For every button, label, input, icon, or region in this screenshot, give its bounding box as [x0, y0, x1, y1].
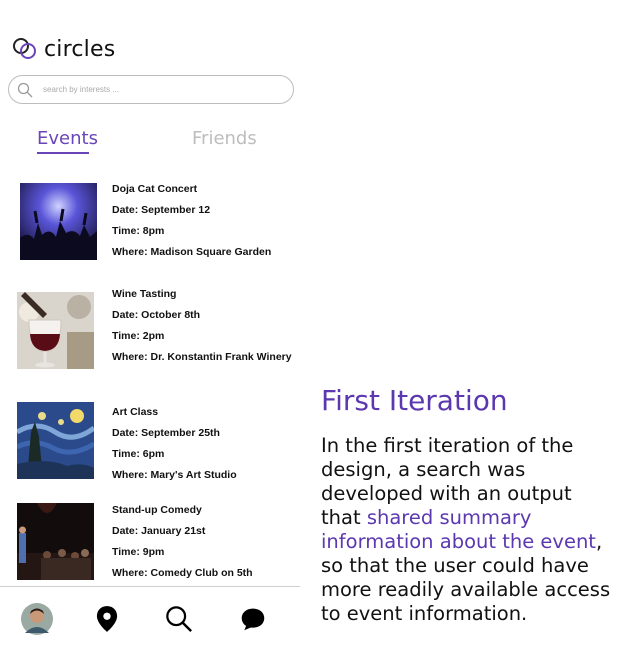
search-icon[interactable]: [162, 602, 196, 636]
event-location: Where: Mary's Art Studio: [112, 469, 237, 481]
event-date: Date: January 21st: [112, 525, 206, 537]
event-thumbnail-wine: [17, 292, 94, 369]
panel-body: In the first iteration of the design, a …: [321, 434, 613, 626]
tab-events[interactable]: Events: [37, 128, 98, 149]
event-location: Where: Comedy Club on 5th: [112, 567, 253, 579]
tab-friends[interactable]: Friends: [192, 128, 257, 149]
event-thumbnail-comedy: [17, 503, 94, 580]
event-list-item[interactable]: Wine Tasting Date: October 8th Time: 2pm…: [0, 288, 300, 372]
app-logo: circles: [12, 36, 115, 62]
event-title: Art Class: [112, 406, 159, 418]
event-date: Date: September 12: [112, 204, 211, 216]
app-name: circles: [44, 36, 116, 62]
phone-screen: circles Events Friends: [0, 0, 300, 650]
panel-title: First Iteration: [321, 384, 508, 417]
circles-logo-icon: [13, 38, 36, 59]
search-input[interactable]: [41, 84, 265, 95]
event-title: Wine Tasting: [112, 288, 177, 300]
location-pin-icon[interactable]: [90, 602, 124, 636]
chat-bubble-icon[interactable]: [236, 602, 270, 636]
event-time: Time: 8pm: [112, 225, 165, 237]
active-tab-indicator: [37, 152, 89, 154]
bottom-nav-divider: [0, 586, 300, 587]
bottom-nav: [0, 596, 300, 642]
event-list-item[interactable]: Stand-up Comedy Date: January 21st Time:…: [0, 503, 300, 583]
description-panel: First Iteration In the first iteration o…: [321, 384, 613, 626]
event-thumbnail-art: [17, 402, 94, 479]
event-details: Wine Tasting Date: October 8th Time: 2pm…: [112, 284, 292, 368]
event-list-item[interactable]: Doja Cat Concert Date: September 12 Time…: [0, 183, 300, 263]
event-location: Where: Dr. Konstantin Frank Winery: [112, 351, 292, 363]
event-details: Art Class Date: September 25th Time: 6pm…: [112, 402, 237, 486]
event-time: Time: 9pm: [112, 546, 165, 558]
avatar[interactable]: [20, 602, 54, 636]
event-thumbnail-concert: [20, 183, 97, 260]
event-list-item[interactable]: Art Class Date: September 25th Time: 6pm…: [0, 402, 300, 482]
event-location: Where: Madison Square Garden: [112, 246, 272, 258]
event-details: Stand-up Comedy Date: January 21st Time:…: [112, 500, 253, 584]
search-icon: [17, 82, 33, 97]
event-title: Doja Cat Concert: [112, 183, 198, 195]
event-date: Date: September 25th: [112, 427, 220, 439]
event-date: Date: October 8th: [112, 309, 201, 321]
event-time: Time: 6pm: [112, 448, 165, 460]
event-title: Stand-up Comedy: [112, 504, 202, 516]
event-time: Time: 2pm: [112, 330, 165, 342]
event-details: Doja Cat Concert Date: September 12 Time…: [112, 179, 271, 263]
search-bar[interactable]: [8, 75, 294, 104]
